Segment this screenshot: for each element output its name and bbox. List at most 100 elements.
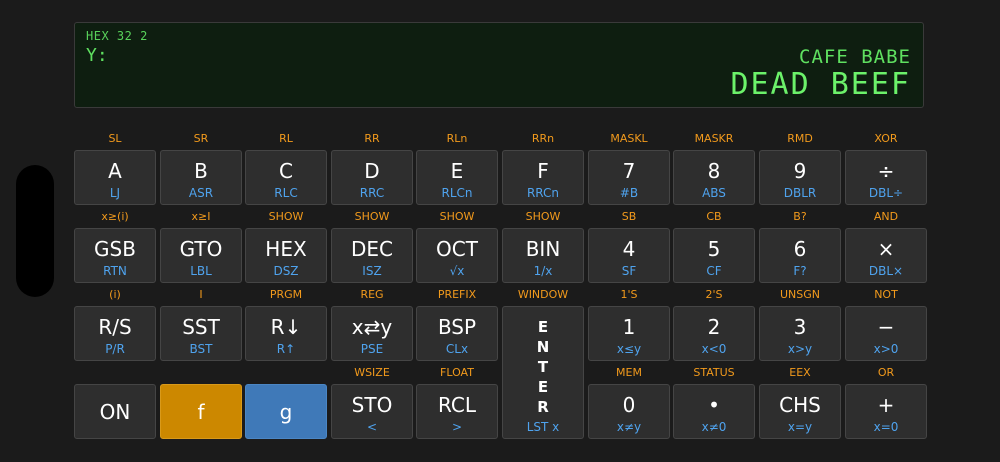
f-shift-label: SHOW: [525, 210, 561, 223]
key-main-label: 1: [622, 315, 636, 339]
g-shift-label: P/R: [105, 342, 125, 356]
enter-letter: E: [537, 318, 549, 336]
key-main-label: RCL: [437, 393, 476, 417]
key-main-label: 3: [793, 315, 807, 339]
enter-button[interactable]: E N T E R LST x: [502, 306, 584, 439]
g-shift-label: RTN: [103, 264, 127, 278]
enter-letter: E: [537, 378, 549, 396]
g-shift-label: LJ: [109, 186, 121, 200]
enter-label: ENTER: [503, 317, 583, 417]
key-main-label: HEX: [265, 237, 307, 261]
g-shift-button[interactable]: g: [245, 384, 327, 439]
f-shift-label: SHOW: [268, 210, 304, 223]
key-sym-button[interactable]: ÷ DBL÷: [845, 150, 927, 205]
key-main-label: STO: [351, 393, 393, 417]
key-1-button[interactable]: 1 x≤y: [588, 306, 670, 361]
key-main-label: +: [877, 393, 895, 417]
key-2-button[interactable]: 2 x<0: [673, 306, 755, 361]
key-rcl-button[interactable]: RCL >: [416, 384, 498, 439]
key-3-button[interactable]: 3 x>y: [759, 306, 841, 361]
key-7-button[interactable]: 7 #B: [588, 150, 670, 205]
g-shift-label: ISZ: [362, 264, 382, 278]
key-4-button[interactable]: 4 SF: [588, 228, 670, 283]
g-shift-label: >: [451, 420, 463, 434]
key-bin-button[interactable]: BIN 1/x: [502, 228, 584, 283]
f-shift-label: STATUS: [693, 366, 735, 379]
f-shift-label: MEM: [616, 366, 642, 379]
key-sym-button[interactable]: + x=0: [845, 384, 927, 439]
key-sym-button[interactable]: • x≠0: [673, 384, 755, 439]
key-sym-button[interactable]: − x>0: [845, 306, 927, 361]
key-f-button[interactable]: F RRCn: [502, 150, 584, 205]
key-6-button[interactable]: 6 F?: [759, 228, 841, 283]
key-main-label: 9: [793, 159, 807, 183]
f-shift-label: PRGM: [269, 288, 303, 301]
f-shift-label: UNSGN: [779, 288, 820, 301]
g-shift-label: x=y: [787, 420, 813, 434]
enter-letter: R: [537, 398, 549, 416]
f-shift-label: NOT: [874, 288, 898, 301]
on-button[interactable]: ON: [74, 384, 156, 439]
key-5-button[interactable]: 5 CF: [673, 228, 755, 283]
g-shift-label: F?: [793, 264, 807, 278]
key-r-button[interactable]: R↓ R↑: [245, 306, 327, 361]
f-shift-label: FLOAT: [440, 366, 474, 379]
key-c-button[interactable]: C RLC: [245, 150, 327, 205]
key-main-label: •: [708, 393, 720, 417]
key-main-label: f: [197, 400, 205, 424]
g-shift-label: DSZ: [273, 264, 299, 278]
f-shift-label: x≥(i): [101, 210, 129, 223]
key-d-button[interactable]: D RRC: [331, 150, 413, 205]
key-sto-button[interactable]: STO <: [331, 384, 413, 439]
key-main-label: BSP: [437, 315, 477, 339]
key-8-button[interactable]: 8 ABS: [673, 150, 755, 205]
key-9-button[interactable]: 9 DBLR: [759, 150, 841, 205]
key-gsb-button[interactable]: GSB RTN: [74, 228, 156, 283]
key-sym-button[interactable]: × DBL×: [845, 228, 927, 283]
key-dec-button[interactable]: DEC ISZ: [331, 228, 413, 283]
key-main-label: GTO: [179, 237, 223, 261]
f-shift-label: RMD: [787, 132, 813, 145]
f-shift-label: CB: [706, 210, 722, 223]
key-b-button[interactable]: B ASR: [160, 150, 242, 205]
key-main-label: A: [108, 159, 122, 183]
f-shift-label: RLn: [446, 132, 468, 145]
g-shift-label: DBLR: [783, 186, 817, 200]
g-shift-label: LST x: [526, 420, 560, 434]
key-main-label: x⇄y: [351, 315, 393, 339]
enter-letter: N: [536, 338, 550, 356]
g-shift-label: CF: [706, 264, 722, 278]
f-shift-label: x≥I: [191, 210, 211, 223]
key-hex-button[interactable]: HEX DSZ: [245, 228, 327, 283]
g-shift-label: x≤y: [616, 342, 642, 356]
f-shift-label: I: [199, 288, 203, 301]
g-shift-label: DBL×: [868, 264, 904, 278]
key-e-button[interactable]: E RLCn: [416, 150, 498, 205]
g-shift-label: RRCn: [526, 186, 560, 200]
f-shift-button[interactable]: f: [160, 384, 242, 439]
key-sst-button[interactable]: SST BST: [160, 306, 242, 361]
key-main-label: GSB: [94, 237, 136, 261]
key-chs-button[interactable]: CHS x=y: [759, 384, 841, 439]
key-main-label: E: [450, 159, 464, 183]
f-shift-label: EEX: [789, 366, 811, 379]
g-shift-label: <: [366, 420, 378, 434]
f-shift-label: RRn: [531, 132, 555, 145]
g-shift-label: R↑: [276, 342, 296, 356]
f-shift-label: WSIZE: [354, 366, 390, 379]
g-shift-label: √x: [449, 264, 465, 278]
key-main-label: 5: [707, 237, 721, 261]
key-main-label: ÷: [877, 159, 895, 183]
key-r-s-button[interactable]: R/S P/R: [74, 306, 156, 361]
key-main-label: 2: [707, 315, 721, 339]
key-bsp-button[interactable]: BSP CLx: [416, 306, 498, 361]
key-main-label: ×: [877, 237, 895, 261]
key-a-button[interactable]: A LJ: [74, 150, 156, 205]
key-gto-button[interactable]: GTO LBL: [160, 228, 242, 283]
keypad: SL A LJ SR B ASR RL C RLC RR D RRC RLn E RLCn RRn F RRCn M…: [0, 0, 1000, 462]
key-0-button[interactable]: 0 x≠y: [588, 384, 670, 439]
g-shift-label: ABS: [702, 186, 726, 200]
key-x-y-button[interactable]: x⇄y PSE: [331, 306, 413, 361]
g-shift-label: x≠y: [616, 420, 642, 434]
key-oct-button[interactable]: OCT √x: [416, 228, 498, 283]
